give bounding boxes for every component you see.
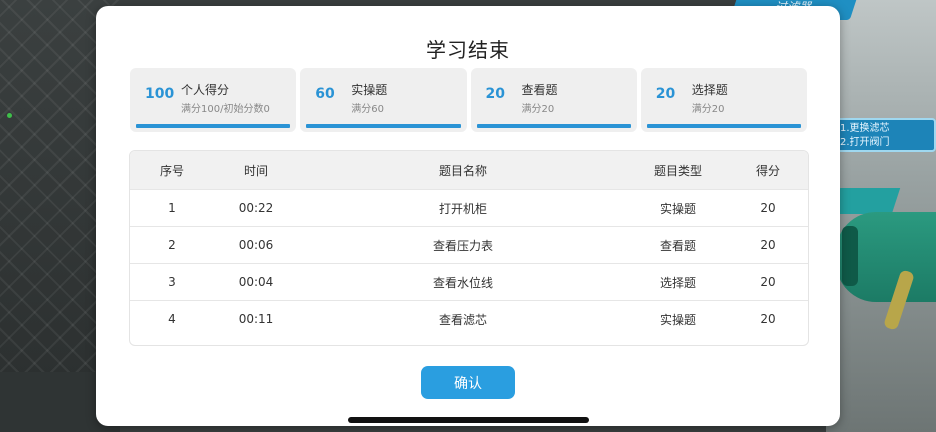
cell-question-name: 查看压力表 (432, 238, 493, 253)
stat-label: 实操题 (351, 83, 388, 97)
stat-label: 个人得分 (181, 83, 230, 97)
cell-score: 20 (760, 275, 776, 289)
result-dialog: 学习结束 100 个人得分 满分100/初始分数0 60 实操题 满分60 20… (96, 6, 840, 426)
cell-score: 20 (760, 238, 776, 252)
cell-question-name: 查看滤芯 (438, 312, 487, 327)
scene-sign-step-1: 1.更换滤芯 (840, 123, 890, 134)
scene-sign-step-2: 2.打开阀门 (840, 137, 890, 148)
score-summary: 100 个人得分 满分100/初始分数0 60 实操题 满分60 20 查看题 … (130, 68, 807, 132)
cell-question-type: 实操题 (659, 201, 696, 216)
header-score: 得分 (755, 163, 780, 178)
cell-time: 00:11 (238, 312, 274, 326)
header-question-name: 题目名称 (438, 163, 487, 178)
stat-label: 选择题 (691, 83, 728, 97)
cell-time: 00:06 (238, 238, 274, 252)
header-time: 时间 (243, 163, 268, 178)
cell-score: 20 (760, 201, 776, 215)
stat-label: 查看题 (521, 83, 558, 97)
stat-value: 20 (485, 86, 505, 102)
cell-score: 20 (760, 312, 776, 326)
stat-card-inspection: 20 查看题 满分20 (470, 68, 637, 132)
stat-value: 100 (145, 86, 175, 102)
cell-question-name: 查看水位线 (432, 275, 493, 290)
results-table[interactable]: 序号 时间 题目名称 题目类型 得分 1 00:22 打开机柜 实操题 20 2… (129, 150, 809, 346)
dialog-title: 学习结束 (426, 38, 510, 62)
table-row: 1 00:22 打开机柜 实操题 20 (130, 189, 808, 226)
cell-index: 2 (168, 238, 176, 252)
stat-card-practical: 60 实操题 满分60 (300, 68, 467, 132)
home-indicator[interactable] (348, 417, 589, 423)
scene-sign-steps: 1.更换滤芯 2.打开阀门 (832, 118, 936, 152)
cell-time: 00:04 (238, 275, 274, 289)
header-question-type: 题目类型 (653, 163, 702, 178)
confirm-button[interactable]: 确认 (421, 366, 515, 399)
cell-time: 00:22 (238, 201, 274, 215)
stat-value: 20 (655, 86, 676, 102)
stat-bar (136, 124, 291, 128)
stat-bar (646, 124, 801, 128)
stat-card-total: 100 个人得分 满分100/初始分数0 (130, 68, 297, 132)
green-indicator-dot (7, 113, 12, 118)
cell-question-name: 打开机柜 (438, 201, 487, 216)
header-index: 序号 (159, 163, 184, 178)
cell-question-type: 查看题 (659, 238, 696, 253)
stat-subtext: 满分20 (691, 104, 725, 115)
cell-index: 4 (168, 312, 176, 326)
table-row: 4 00:11 查看滤芯 实操题 20 (130, 300, 808, 337)
table-row: 2 00:06 查看压力表 查看题 20 (130, 226, 808, 263)
cell-question-type: 选择题 (659, 275, 696, 290)
stat-card-choice: 20 选择题 满分20 (640, 68, 807, 132)
stat-bar (306, 124, 461, 128)
scene-green-pump (836, 212, 936, 302)
stat-subtext: 满分100/初始分数0 (181, 104, 270, 115)
stat-subtext: 满分60 (351, 104, 384, 115)
stat-subtext: 满分20 (521, 104, 555, 115)
cell-index: 3 (168, 275, 176, 289)
stat-value: 60 (315, 86, 335, 102)
stat-bar (476, 124, 631, 128)
cell-question-type: 实操题 (659, 312, 696, 327)
scene-teal-panel (831, 188, 901, 214)
table-row: 3 00:04 查看水位线 选择题 20 (130, 263, 808, 300)
table-header: 序号 时间 题目名称 题目类型 得分 (130, 151, 808, 189)
cell-index: 1 (168, 201, 176, 215)
